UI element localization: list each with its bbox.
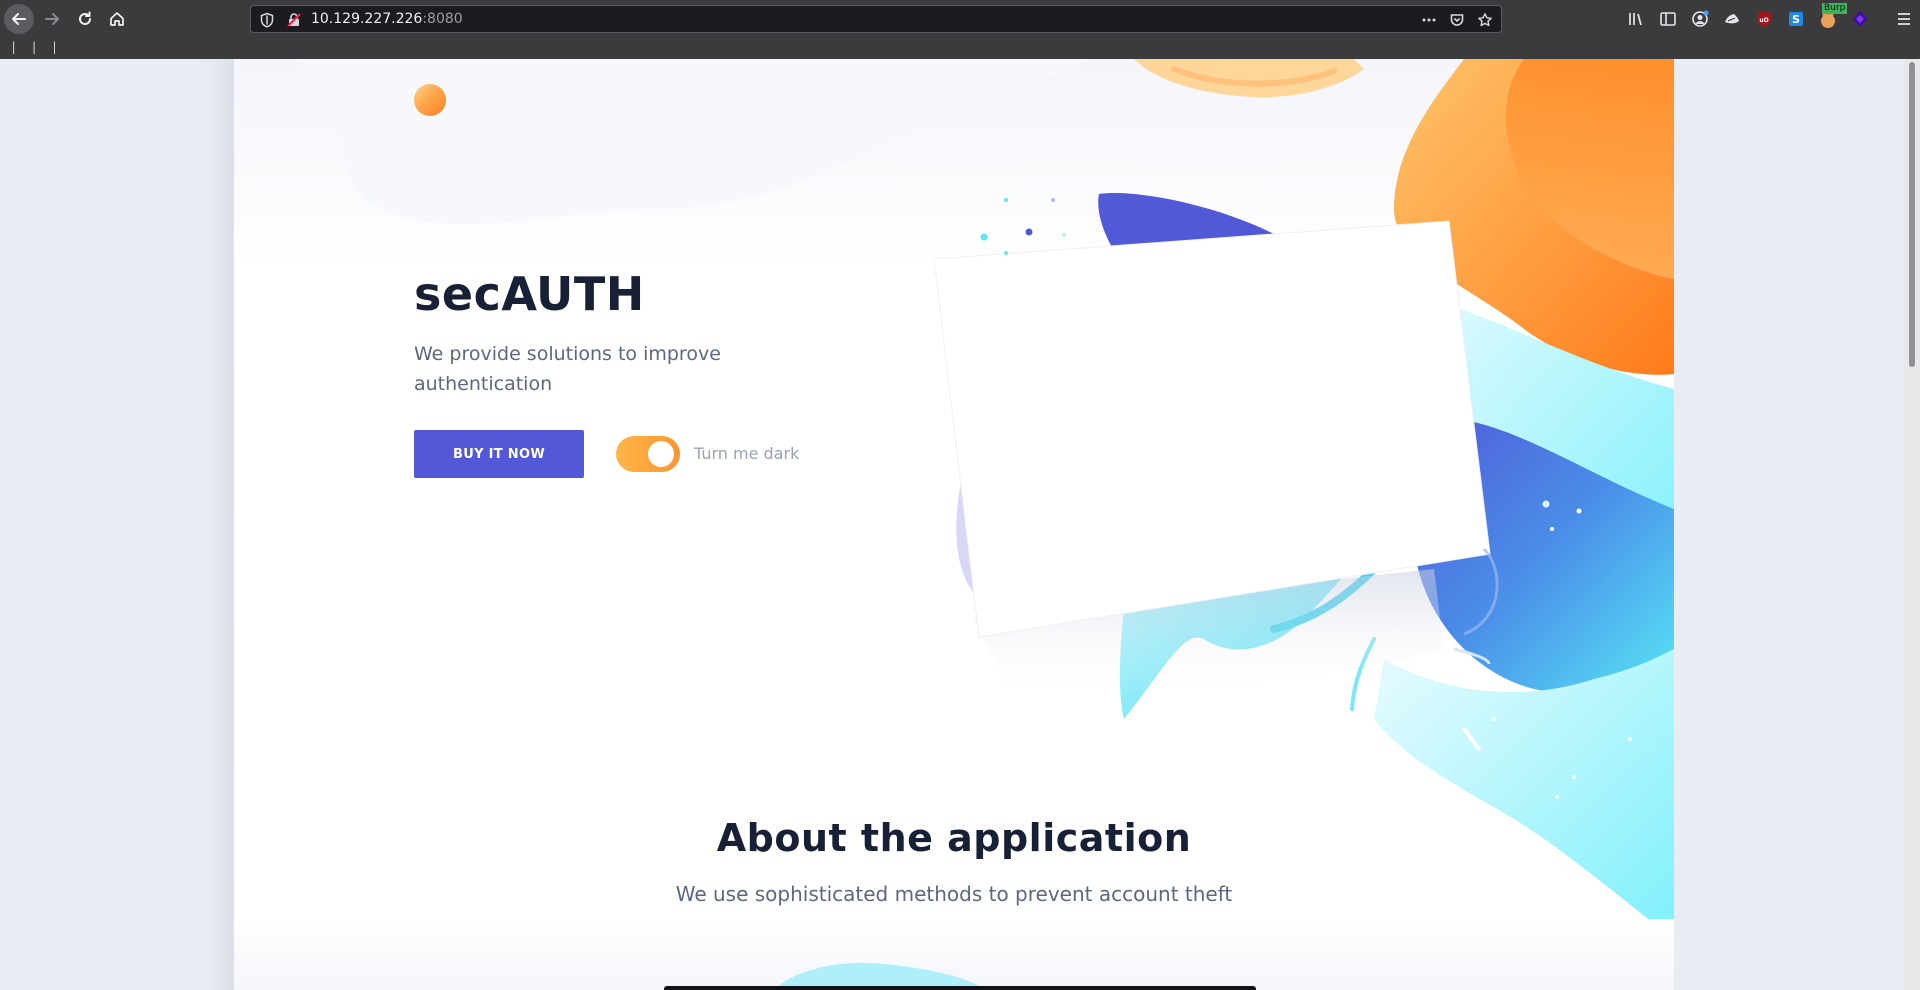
library-icon[interactable] [1626, 9, 1646, 29]
dark-mode-toggle[interactable] [616, 436, 680, 472]
url-port: :8080 [422, 11, 463, 27]
insecure-lock-icon[interactable] [286, 12, 302, 28]
home-icon [110, 12, 124, 26]
toggle-knob [648, 441, 674, 467]
svg-text:uO: uO [1759, 17, 1768, 24]
forward-button[interactable] [37, 4, 67, 34]
browser-chrome: 10.129.227.226:8080 uO S Burp | | | [0, 0, 1920, 59]
back-button[interactable] [4, 4, 34, 34]
brand-logo[interactable] [414, 84, 446, 116]
reload-icon [79, 11, 91, 25]
scrollbar-thumb[interactable] [1909, 62, 1915, 367]
s-extension-icon[interactable]: S [1786, 9, 1806, 29]
ublock-origin-icon[interactable]: uO [1754, 9, 1774, 29]
navigation-toolbar: 10.129.227.226:8080 uO S Burp [0, 0, 1920, 38]
buy-it-now-button[interactable]: BUY IT NOW [414, 430, 584, 478]
vertical-scrollbar[interactable] [1904, 59, 1920, 990]
url-text[interactable]: 10.129.227.226:8080 [311, 11, 463, 27]
arrow-right-icon [45, 13, 59, 25]
account-icon[interactable] [1690, 9, 1710, 29]
cookie-extension-icon[interactable] [1722, 9, 1742, 29]
bookmarks-toolbar: | | | [0, 38, 1920, 59]
sidebar-icon[interactable] [1658, 9, 1678, 29]
hero-subtitle: We provide solutions to improve authenti… [414, 343, 721, 395]
svg-text:S: S [1792, 13, 1800, 26]
pocket-icon[interactable] [1449, 12, 1465, 28]
landing-page: secAUTH We provide solutions to improve … [234, 59, 1674, 990]
about-section-subtitle: We use sophisticated methods to prevent … [675, 882, 1233, 906]
url-host: 10.129.227.226 [311, 11, 423, 27]
tracking-shield-icon[interactable] [259, 12, 275, 28]
address-bar[interactable]: 10.129.227.226:8080 [250, 5, 1502, 33]
web-viewport: secAUTH We provide solutions to improve … [0, 59, 1920, 990]
wappalyzer-icon[interactable] [1850, 9, 1870, 29]
device-mockup-top-edge [664, 986, 1256, 990]
burp-extension-icon[interactable]: Burp [1818, 3, 1848, 29]
bookmark-star-icon[interactable] [1477, 12, 1493, 28]
hamburger-menu-icon[interactable] [1894, 9, 1914, 29]
hero-title: secAUTH [414, 267, 645, 321]
bookmarks-separators: | | | [10, 40, 62, 54]
arrow-left-icon [12, 13, 26, 25]
about-section-title: About the application [716, 816, 1192, 860]
home-button[interactable] [102, 4, 132, 34]
reload-button[interactable] [70, 4, 100, 34]
page-actions-icon[interactable] [1421, 12, 1437, 28]
dark-mode-toggle-label: Turn me dark [694, 444, 800, 463]
burp-badge: Burp [1822, 3, 1848, 14]
page-side-shadow [204, 59, 234, 990]
